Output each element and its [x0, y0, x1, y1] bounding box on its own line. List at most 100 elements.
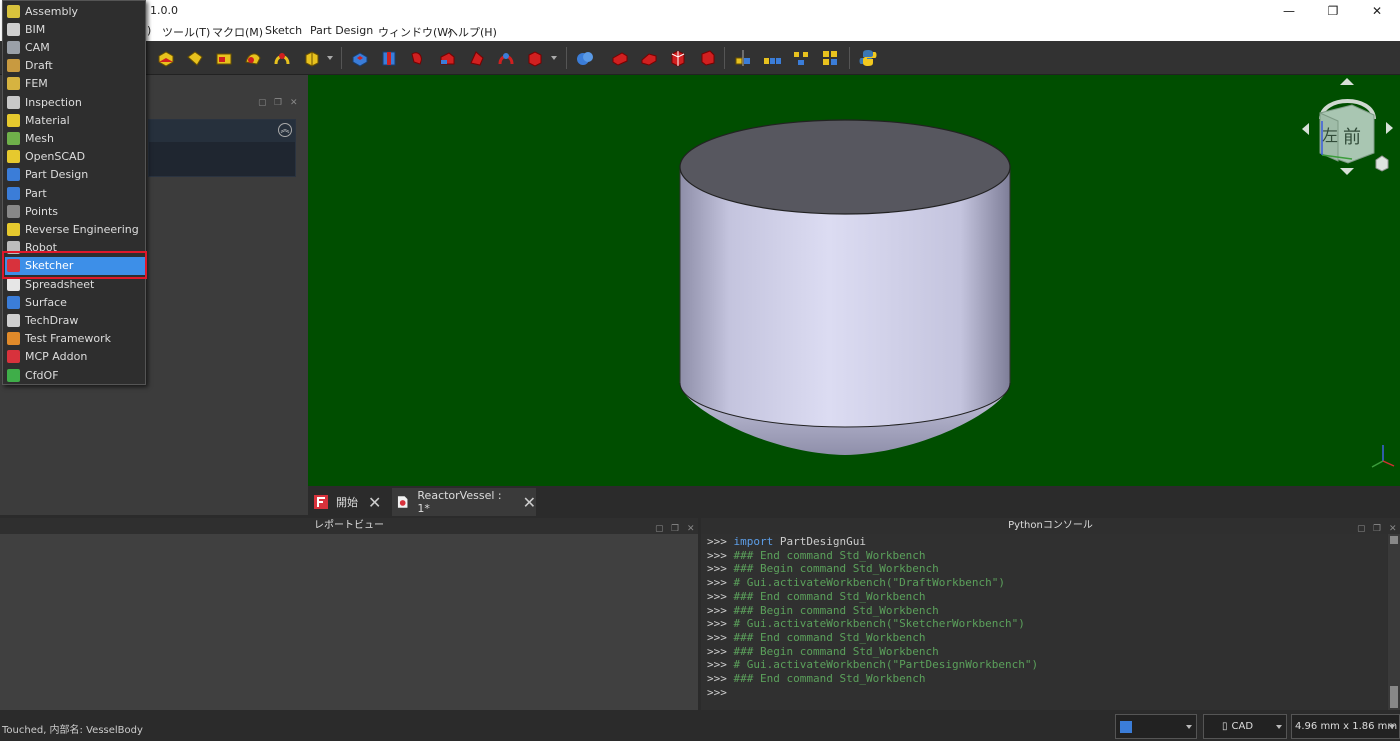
subtractive-loft-icon[interactable] — [437, 48, 457, 68]
collapse-icon[interactable]: ︽ — [278, 123, 292, 137]
additive-primitive-icon[interactable] — [302, 48, 322, 68]
tab-reactorvessel-close-icon[interactable]: ✕ — [523, 493, 536, 512]
part-icon — [7, 186, 20, 200]
workbench-item[interactable]: Points — [5, 202, 145, 220]
additive-helix-icon[interactable] — [272, 48, 292, 68]
tab-start[interactable]: 開始 ✕ — [312, 488, 392, 516]
workbench-item[interactable]: Robot — [5, 239, 145, 257]
float-panel-icon[interactable]: ▢ — [258, 98, 267, 108]
fillet-icon[interactable] — [610, 48, 630, 68]
workbench-item[interactable]: FEM — [5, 75, 145, 93]
dimension-display[interactable]: 4.96 mm x 1.86 mm — [1291, 714, 1400, 739]
part-design-toolbar — [0, 41, 1400, 75]
menu-fragment[interactable]: ) — [147, 24, 151, 37]
console-prompt: >>> — [707, 589, 734, 603]
menu-window[interactable]: ウィンドウ(W) — [378, 24, 452, 40]
pad-icon[interactable] — [156, 48, 176, 68]
status-message: Touched, 内部名: VesselBody — [2, 725, 143, 736]
scroll-down-icon[interactable] — [1390, 700, 1398, 708]
workbench-item[interactable]: OpenSCAD — [5, 148, 145, 166]
linear-pattern-icon[interactable] — [762, 48, 782, 68]
workbench-item[interactable]: TechDraw — [5, 311, 145, 329]
workbench-item-label: Part — [25, 186, 47, 200]
workbench-item[interactable]: Draft — [5, 57, 145, 75]
close-button[interactable]: ✕ — [1354, 0, 1400, 21]
python-icon[interactable] — [858, 48, 878, 68]
mouse-icon: ▯ — [1222, 721, 1228, 732]
menu-macro[interactable]: マクロ(M) — [212, 24, 263, 40]
additive-primitive-dropdown-icon[interactable] — [327, 56, 333, 60]
navigation-style-selector[interactable]: ▯ CAD — [1203, 714, 1287, 739]
polar-pattern-icon[interactable] — [791, 48, 811, 68]
tab-start-close-icon[interactable]: ✕ — [368, 493, 381, 512]
status-bar: Touched, 内部名: VesselBody ▯ CAD 4.96 mm x… — [0, 712, 1400, 741]
workbench-item[interactable]: Part — [5, 184, 145, 202]
surface-icon — [7, 295, 20, 309]
workbench-item[interactable]: Material — [5, 111, 145, 129]
mirrored-icon[interactable] — [733, 48, 753, 68]
draft-feature-icon[interactable] — [668, 48, 688, 68]
minimize-button[interactable]: — — [1266, 0, 1312, 21]
workbench-item[interactable]: Surface — [5, 293, 145, 311]
maximize-button[interactable]: ❐ — [1310, 0, 1356, 21]
multi-transform-icon[interactable] — [820, 48, 840, 68]
scrollbar-thumb[interactable] — [1390, 686, 1398, 700]
tab-reactorvessel[interactable]: ReactorVessel : 1* ✕ — [392, 488, 536, 516]
console-line: >>> ### End command Std_Workbench — [707, 631, 1387, 645]
close-panel-icon[interactable]: ✕ — [290, 98, 298, 108]
python-console-output[interactable]: >>> import PartDesignGui >>> ### End comm… — [701, 534, 1387, 710]
groove-icon[interactable] — [408, 48, 428, 68]
console-line: >>> ### End command Std_Workbench — [707, 590, 1387, 604]
workbench-item[interactable]: Spreadsheet — [5, 275, 145, 293]
additive-pipe-icon[interactable] — [243, 48, 263, 68]
workbench-item[interactable]: Reverse Engineering — [5, 220, 145, 238]
reverse-engineering-icon — [7, 222, 20, 236]
workbench-item[interactable]: Inspection — [5, 93, 145, 111]
chamfer-icon[interactable] — [639, 48, 659, 68]
menu-help[interactable]: ヘルプ(H) — [447, 24, 497, 40]
revolution-icon[interactable] — [185, 48, 205, 68]
python-console-scrollbar[interactable] — [1388, 534, 1400, 710]
menu-sketch[interactable]: Sketch — [265, 24, 302, 37]
menu-part-design[interactable]: Part Design — [310, 24, 373, 37]
workbench-item-label: Reverse Engineering — [25, 222, 139, 236]
workbench-item[interactable]: BIM — [5, 20, 145, 38]
tab-reactorvessel-label: ReactorVessel : 1* — [417, 489, 502, 515]
draw-style-selector[interactable] — [1115, 714, 1197, 739]
workbench-item[interactable]: Part Design — [5, 166, 145, 184]
console-text: ### End command Std_Workbench — [733, 672, 926, 686]
subtractive-primitive-icon[interactable] — [525, 48, 545, 68]
dimension-label: 4.96 mm x 1.86 mm — [1295, 721, 1398, 732]
workbench-item[interactable]: MCP Addon — [5, 348, 145, 366]
thickness-icon[interactable] — [698, 48, 718, 68]
restore-panel-icon[interactable]: ❐ — [274, 98, 282, 108]
3d-viewport[interactable]: 左 前 — [308, 75, 1400, 486]
workbench-item[interactable]: CAM — [5, 38, 145, 56]
boolean-icon[interactable] — [575, 48, 595, 68]
workbench-item[interactable]: Assembly — [5, 2, 145, 20]
console-line: >>> ### Begin command Std_Workbench — [707, 645, 1387, 659]
navigation-cube[interactable]: 左 前 — [1302, 78, 1393, 175]
additive-loft-icon[interactable] — [214, 48, 234, 68]
subtractive-primitive-dropdown-icon[interactable] — [551, 56, 557, 60]
menu-bar: ) ツール(T) マクロ(M) Sketch Part Design ウィンドウ… — [0, 21, 1400, 41]
subtractive-helix-icon[interactable] — [496, 48, 516, 68]
report-view-output[interactable] — [0, 534, 698, 710]
test-framework-icon — [7, 332, 20, 346]
workbench-item-label: Inspection — [25, 95, 82, 109]
pocket-icon[interactable] — [350, 48, 370, 68]
workbench-item[interactable]: Mesh — [5, 129, 145, 147]
subtractive-pipe-icon[interactable] — [467, 48, 487, 68]
console-prompt: >>> — [707, 644, 734, 658]
scroll-up-icon[interactable] — [1390, 536, 1398, 544]
console-text: ### End command Std_Workbench — [733, 548, 926, 562]
toolbar-separator — [849, 47, 850, 69]
workbench-item[interactable]: CfdOF — [5, 366, 145, 384]
console-line: >>> # Gui.activateWorkbench("PartDesignW… — [707, 658, 1387, 672]
hole-icon[interactable] — [379, 48, 399, 68]
workbench-item-label: CAM — [25, 40, 50, 54]
menu-tools[interactable]: ツール(T) — [162, 24, 210, 40]
workbench-item-label: BIM — [25, 22, 46, 36]
workbench-item[interactable]: Sketcher — [5, 256, 145, 275]
workbench-item[interactable]: Test Framework — [5, 330, 145, 348]
